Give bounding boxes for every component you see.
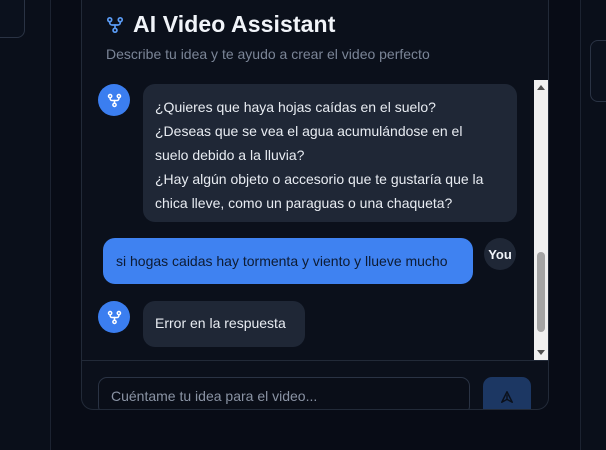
send-icon [501,391,513,403]
user-message: si hogas caidas hay tormenta y viento y … [103,238,473,284]
message-line: ¿Deseas que se vea el agua acumulándose … [155,123,463,139]
left-card[interactable] [0,0,25,38]
message-line: suelo debido a la lluvia? [155,147,305,163]
scroll-down-arrow[interactable] [534,346,548,360]
message-input[interactable]: Cuéntame tu idea para el video... [98,377,470,409]
scroll-up-arrow[interactable] [534,80,548,94]
page-title: AI Video Assistant [133,11,336,37]
message-line: chica lleve, como un paraguas o una chaq… [155,195,453,211]
header: AI Video Assistant [106,11,335,38]
message-text: Error en la respuesta [155,315,286,331]
assistant-message: ¿Quieres que haya hojas caídas en el sue… [143,84,517,222]
network-icon [106,16,124,33]
page-subtitle: Describe tu idea y te ayudo a crear el v… [106,46,430,62]
right-card[interactable] [590,40,606,102]
divider [82,360,548,361]
message-list[interactable]: ¿Quieres que haya hojas caídas en el sue… [82,80,534,360]
input-placeholder: Cuéntame tu idea para el video... [111,388,318,404]
network-icon [107,310,121,324]
assistant-avatar [98,301,130,333]
network-icon [107,93,121,107]
chat-panel: AI Video Assistant Describe tu idea y te… [81,0,549,410]
message-line: ¿Quieres que haya hojas caídas en el sue… [155,99,436,115]
user-avatar: You [484,238,516,270]
scroll-thumb[interactable] [537,252,545,332]
assistant-message: Error en la respuesta [143,301,305,347]
left-panel [0,0,51,450]
scrollbar[interactable] [534,80,548,360]
assistant-avatar [98,84,130,116]
message-line: ¿Hay algún objeto o accesorio que te gus… [155,171,484,187]
send-button[interactable] [483,377,531,409]
